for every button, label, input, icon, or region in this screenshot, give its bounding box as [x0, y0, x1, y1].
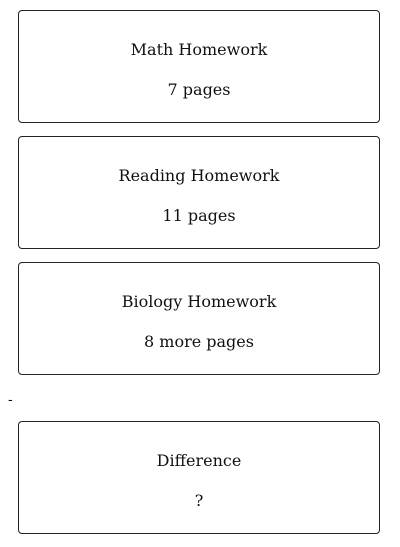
- difference-card: Difference ?: [18, 421, 380, 534]
- biology-homework-card: Biology Homework 8 more pages: [18, 262, 380, 375]
- card-title: Math Homework: [130, 40, 268, 59]
- reading-homework-card: Reading Homework 11 pages: [18, 136, 380, 249]
- card-title: Difference: [156, 451, 242, 470]
- card-value: ?: [194, 491, 204, 510]
- minus-operator: -: [8, 392, 13, 408]
- card-title: Biology Homework: [121, 292, 277, 311]
- card-value: 8 more pages: [144, 332, 254, 351]
- card-value: 11 pages: [162, 206, 236, 225]
- card-title: Reading Homework: [118, 166, 280, 185]
- math-homework-card: Math Homework 7 pages: [18, 10, 380, 123]
- card-value: 7 pages: [167, 80, 231, 99]
